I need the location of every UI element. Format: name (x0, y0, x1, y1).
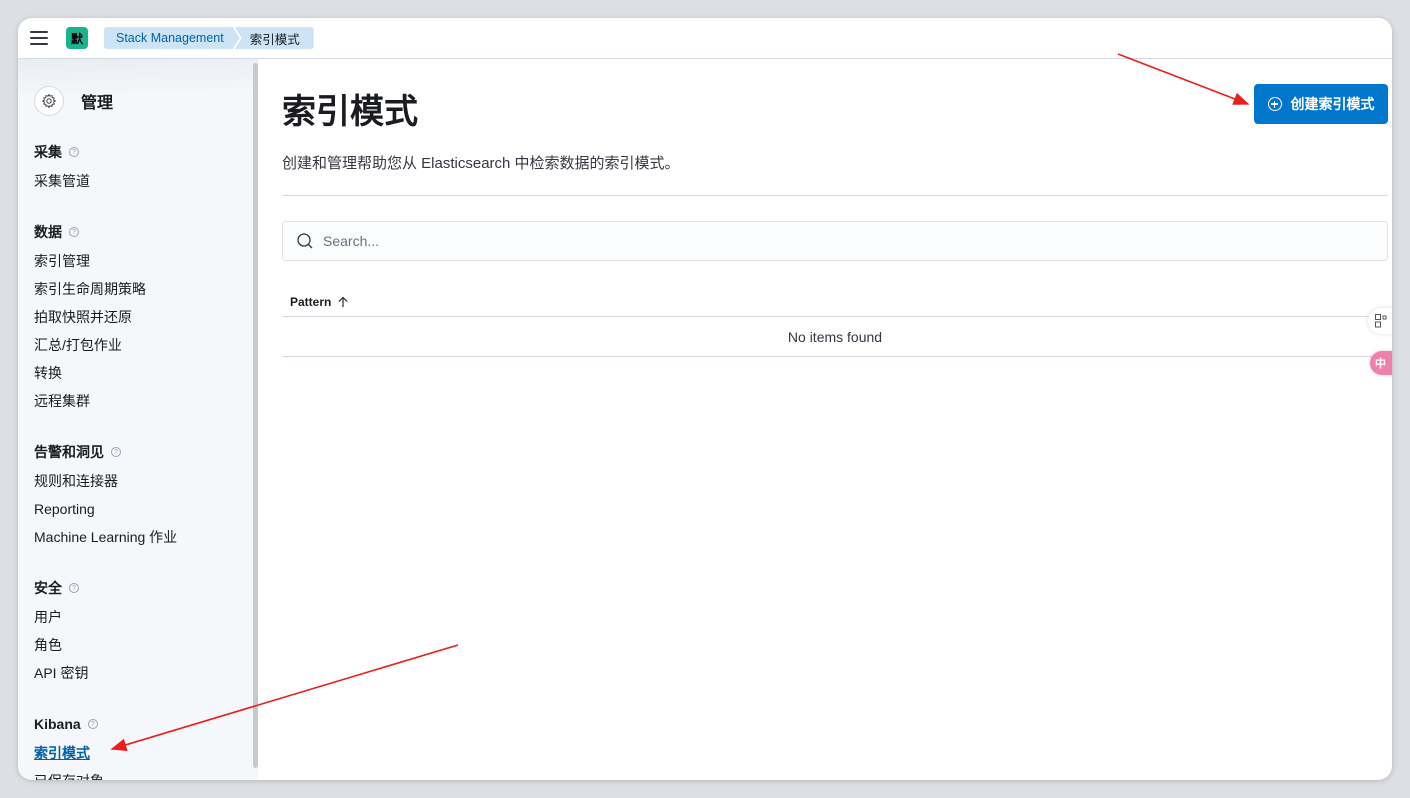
page-title: 索引模式 (282, 93, 418, 131)
space-avatar[interactable]: 默 (66, 27, 88, 49)
page-description: 创建和管理帮助您从 Elasticsearch 中检索数据的索引模式。 (282, 155, 680, 172)
sidebar-item-ingest-pipelines[interactable]: 采集管道 (34, 172, 249, 200)
sidebar-title: 管理 (81, 95, 114, 112)
empty-message: No items found (282, 317, 1388, 357)
help-icon[interactable]: ? (111, 447, 121, 457)
index-patterns-table: Pattern No items found (282, 287, 1388, 357)
sidebar: 管理 采集? 采集管道 数据? 索引管理 索引生命周期策略 拍取快照并还原 汇总… (18, 59, 258, 780)
help-icon[interactable]: ? (69, 227, 79, 237)
sidebar-item-saved-objects[interactable]: 已保存对象 (34, 772, 249, 780)
sidebar-item-api-keys[interactable]: API 密钥 (34, 664, 249, 692)
nav-group-title: 告警和洞见? (34, 442, 249, 462)
nav-group-title: 安全? (34, 578, 249, 598)
search-field[interactable] (282, 221, 1388, 261)
nav-group-data: 数据? 索引管理 索引生命周期策略 拍取快照并还原 汇总/打包作业 转换 远程集… (34, 222, 249, 420)
gear-icon (34, 86, 64, 116)
sidebar-item-snapshot-restore[interactable]: 拍取快照并还原 (34, 308, 249, 336)
plus-circle-icon (1267, 97, 1282, 111)
sidebar-item-users[interactable]: 用户 (34, 608, 249, 636)
sidebar-header: 管理 (34, 86, 113, 116)
nav-group-security: 安全? 用户 角色 API 密钥 (34, 578, 249, 692)
sidebar-item-roles[interactable]: 角色 (34, 636, 249, 664)
nav-group-kibana: Kibana? 索引模式 已保存对象 (34, 714, 249, 780)
sidebar-item-reporting[interactable]: Reporting (34, 500, 249, 528)
nav-group-title: 采集? (34, 142, 249, 162)
sidebar-item-index-patterns[interactable]: 索引模式 (34, 744, 249, 772)
main-content: 索引模式 创建索引模式 创建和管理帮助您从 Elasticsearch 中检索数… (282, 59, 1392, 780)
nav-group-ingest: 采集? 采集管道 (34, 142, 249, 200)
breadcrumb-stack-management[interactable]: Stack Management (104, 27, 240, 49)
language-toggle[interactable]: 中 (1370, 351, 1392, 375)
sidebar-item-ilm-policies[interactable]: 索引生命周期策略 (34, 280, 249, 308)
sidebar-item-index-management[interactable]: 索引管理 (34, 252, 249, 280)
sidebar-item-remote-clusters[interactable]: 远程集群 (34, 392, 249, 420)
sidebar-nav: 采集? 采集管道 数据? 索引管理 索引生命周期策略 拍取快照并还原 汇总/打包… (34, 142, 249, 780)
search-input[interactable] (323, 233, 1123, 249)
table-header-pattern[interactable]: Pattern (282, 287, 1388, 317)
top-header: 默 Stack Management 索引模式 (18, 18, 1392, 59)
menu-icon[interactable] (30, 31, 48, 45)
create-index-pattern-button[interactable]: 创建索引模式 (1254, 84, 1388, 124)
breadcrumb: Stack Management 索引模式 (104, 27, 314, 49)
column-label: Pattern (290, 294, 332, 309)
help-icon[interactable]: ? (69, 147, 79, 157)
sidebar-item-ml-jobs[interactable]: Machine Learning 作业 (34, 528, 249, 556)
search-icon (295, 231, 315, 251)
create-button-label: 创建索引模式 (1290, 96, 1375, 112)
sidebar-item-rules-connectors[interactable]: 规则和连接器 (34, 472, 249, 500)
divider (282, 195, 1388, 196)
grid-tool-icon[interactable] (1368, 308, 1392, 334)
nav-group-alerts: 告警和洞见? 规则和连接器 Reporting Machine Learning… (34, 442, 249, 556)
help-icon[interactable]: ? (87, 719, 98, 729)
nav-group-title: Kibana? (34, 714, 249, 734)
sort-ascending-icon (337, 296, 349, 308)
nav-group-title: 数据? (34, 222, 249, 242)
sidebar-item-rollup-jobs[interactable]: 汇总/打包作业 (34, 336, 249, 364)
sidebar-scrollbar[interactable] (253, 63, 258, 768)
app-window: 默 Stack Management 索引模式 管理 采集? 采集管道 数据? (18, 18, 1392, 780)
help-icon[interactable]: ? (69, 583, 79, 593)
sidebar-item-transforms[interactable]: 转换 (34, 364, 249, 392)
breadcrumb-index-patterns: 索引模式 (234, 27, 314, 49)
